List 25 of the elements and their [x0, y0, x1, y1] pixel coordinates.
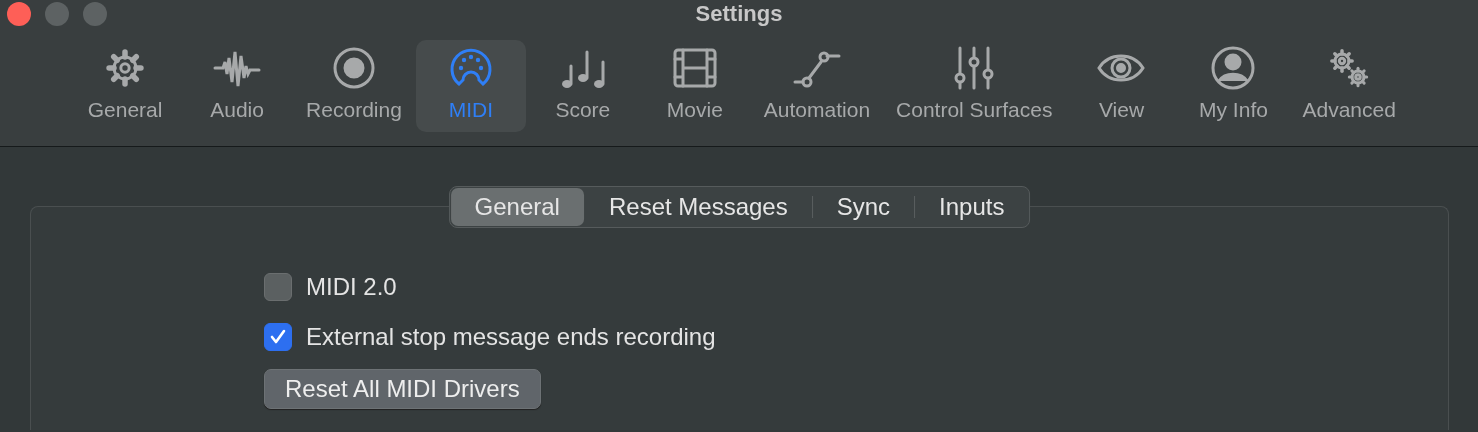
toolbar-tab[interactable]: Automation — [751, 40, 883, 132]
segment-tab[interactable]: Inputs — [915, 188, 1029, 226]
checkbox[interactable] — [264, 273, 292, 301]
zoom-button[interactable] — [83, 2, 107, 26]
toolbar-tab[interactable]: Control Surfaces — [884, 40, 1065, 132]
checkbox-label: MIDI 2.0 — [306, 272, 397, 302]
window-title: Settings — [695, 1, 783, 26]
checkmark-icon — [269, 328, 287, 346]
toolbar-tab[interactable]: View — [1066, 40, 1177, 132]
toolbar-tab[interactable]: Recording — [294, 40, 414, 132]
segment-tab[interactable]: General — [450, 188, 584, 226]
toolbar-tab[interactable]: Score — [527, 40, 638, 132]
checkbox-label: External stop message ends recording — [306, 322, 716, 352]
toolbar-tab[interactable]: Movie — [639, 40, 750, 132]
toolbar-tab[interactable]: MIDI — [415, 40, 526, 132]
checkbox[interactable] — [264, 323, 292, 351]
toolbar-tab[interactable]: General — [70, 40, 181, 132]
segment-tab[interactable]: Sync — [812, 188, 915, 226]
toolbar-tab[interactable]: Advanced — [1290, 40, 1408, 132]
segment-tab[interactable]: Reset Messages — [584, 188, 812, 226]
toolbar-tab[interactable]: My Info — [1178, 40, 1289, 132]
minimize-button[interactable] — [45, 2, 69, 26]
reset-button[interactable]: Reset All MIDI Drivers — [264, 369, 541, 409]
toolbar-tab[interactable]: Audio — [182, 40, 293, 132]
close-button[interactable] — [7, 2, 31, 26]
